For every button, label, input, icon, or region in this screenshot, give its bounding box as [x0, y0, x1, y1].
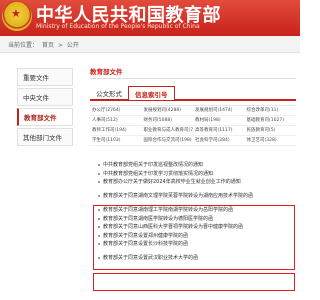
- sidebar-item-central-docs[interactable]: 中央文件: [17, 88, 73, 106]
- department-link[interactable]: 学生司(1103): [90, 136, 142, 145]
- table-row: 教师工作司(194) 职业教育与成人教育司(792) 高等教育司(1117) 民…: [90, 126, 296, 136]
- list-item[interactable]: 教育部关于同意湖南文理学院芙蓉学院转设为湖南应用技术学院的函: [97, 192, 297, 201]
- highlight-box: [93, 205, 295, 270]
- table-row: 办公厅(2764) 发展规划司(4288) 发展规划司(1474) 综合改革司(…: [90, 106, 296, 116]
- sidebar-item-other-docs[interactable]: 其他部门文件: [17, 128, 73, 146]
- breadcrumb-home-link[interactable]: 首页: [42, 42, 54, 49]
- site-subtitle: Ministry of Education of the People's Re…: [36, 23, 200, 30]
- department-link[interactable]: 教师工作司(194): [90, 126, 142, 135]
- department-link[interactable]: 办公厅(2764): [90, 106, 142, 115]
- breadcrumb-label: 当前位置：: [8, 42, 39, 49]
- sidebar: 重要文件 中央文件 教育部文件 其他部门文件: [17, 68, 73, 148]
- list-item[interactable]: 中共教育部党组关于印发学习贯彻落实情况的通知: [97, 170, 297, 179]
- tab-document-form[interactable]: 公文形式: [90, 86, 128, 99]
- department-link[interactable]: 职业教育与成人教育司(792): [142, 126, 194, 135]
- department-link[interactable]: 财务司(5088): [142, 116, 194, 125]
- list-item[interactable]: 中共教育部党组关于印发巡视整改情况的通知: [97, 161, 297, 170]
- section-title: 教育部文件: [90, 66, 296, 79]
- national-emblem-icon: ★: [2, 1, 32, 31]
- department-link[interactable]: 人事司(512): [90, 116, 142, 125]
- highlight-box: [93, 273, 295, 291]
- sidebar-item-important-docs[interactable]: 重要文件: [17, 68, 73, 86]
- tab-bar: 公文形式 信息索引号: [90, 86, 296, 101]
- breadcrumb-separator: >: [57, 42, 63, 49]
- department-link[interactable]: 社会科学司(284): [193, 136, 245, 145]
- list-item[interactable]: 教育部办公厅关于做好2024年高校毕业生就业创业工作的通知: [97, 178, 297, 187]
- department-link[interactable]: 国际合作与交流司(198): [142, 136, 194, 145]
- department-link[interactable]: 体卫艺司(328): [245, 136, 297, 145]
- site-header: ★ 中华人民共和国教育部 Ministry of Education of th…: [0, 0, 300, 36]
- tab-index-number[interactable]: 信息索引号: [128, 86, 175, 100]
- table-row: 人事司(512) 财务司(5088) 教材局(198) 基础教育司(1027): [90, 116, 296, 126]
- breadcrumb-bar: 当前位置： 首页 > 公开: [0, 36, 300, 53]
- table-row: 学生司(1103) 国际合作与交流司(198) 社会科学司(284) 体卫艺司(…: [90, 136, 296, 146]
- department-table: 办公厅(2764) 发展规划司(4288) 发展规划司(1474) 综合改革司(…: [90, 105, 296, 146]
- department-link[interactable]: 发展规划司(1474): [193, 106, 245, 115]
- department-link[interactable]: 发展规划司(4288): [142, 106, 194, 115]
- breadcrumb: 当前位置： 首页 > 公开: [8, 40, 81, 49]
- main-content: 教育部文件 公文形式 信息索引号 办公厅(2764) 发展规划司(4288) 发…: [90, 66, 296, 146]
- department-link[interactable]: 教材局(198): [193, 116, 245, 125]
- department-link[interactable]: 高等教育司(1117): [193, 126, 245, 135]
- sidebar-item-moe-docs[interactable]: 教育部文件: [17, 108, 73, 126]
- department-link[interactable]: 基础教育司(1027): [245, 116, 297, 125]
- department-link[interactable]: 民族教育司(5): [245, 126, 297, 135]
- breadcrumb-current[interactable]: 公开: [67, 42, 79, 49]
- department-link[interactable]: 综合改革司(11): [245, 106, 297, 115]
